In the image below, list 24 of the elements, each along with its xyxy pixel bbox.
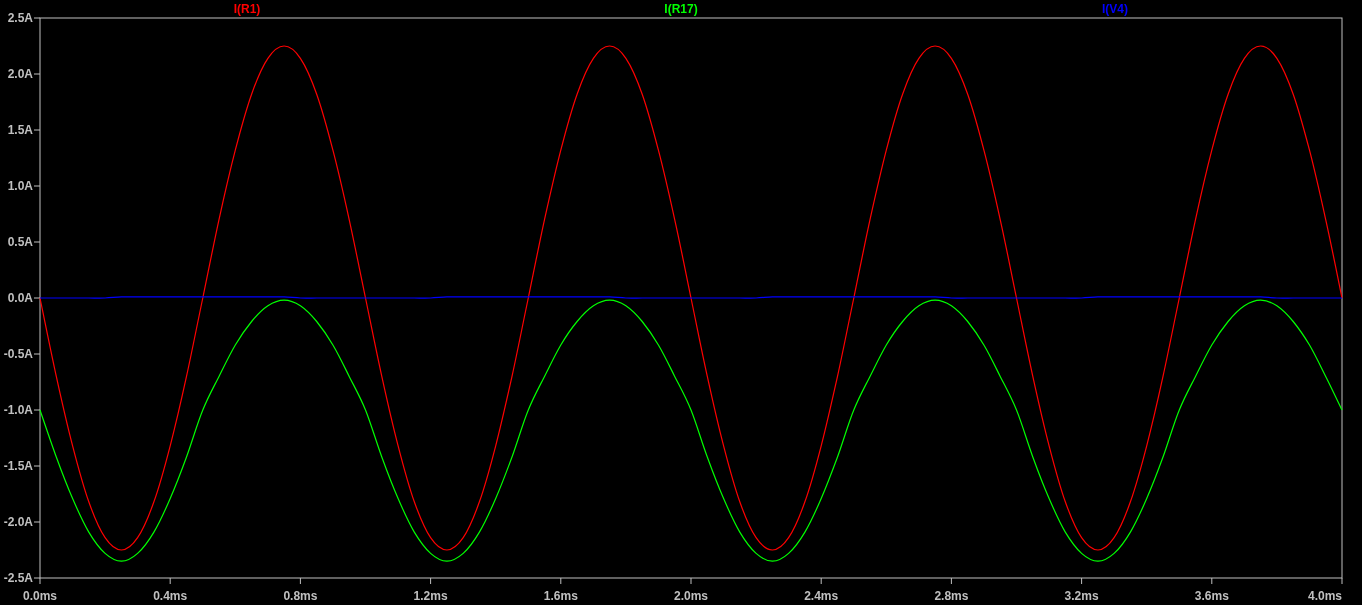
y-tick-label: -1.0A [3, 403, 33, 417]
x-tick-label: 3.6ms [1194, 589, 1229, 603]
trace-label[interactable]: I(R17) [664, 2, 698, 16]
x-tick-label: 0.8ms [283, 589, 318, 603]
x-tick-label: 4.0ms [1307, 589, 1342, 603]
y-tick-label: 2.0A [7, 67, 33, 81]
x-tick-label: 1.2ms [413, 589, 448, 603]
trace-label[interactable]: I(R1) [233, 2, 261, 16]
x-tick-label: 2.8ms [934, 589, 969, 603]
y-tick-label: -2.5A [3, 571, 33, 585]
y-tick-label: -0.5A [3, 347, 33, 361]
x-tick-label: 1.6ms [543, 589, 578, 603]
x-tick-label: 2.4ms [804, 589, 839, 603]
y-tick-label: -1.5A [3, 459, 33, 473]
y-tick-label: 1.5A [7, 123, 33, 137]
y-tick-label: -2.0A [3, 515, 33, 529]
y-tick-label: 2.5A [7, 11, 33, 25]
y-tick-label: 1.0A [7, 179, 33, 193]
x-tick-label: 3.2ms [1064, 589, 1099, 603]
x-tick-label: 0.4ms [153, 589, 188, 603]
y-tick-label: 0.5A [7, 235, 33, 249]
x-tick-label: 0.0ms [23, 589, 57, 603]
x-tick-label: 2.0ms [674, 589, 708, 603]
y-tick-label: 0.0A [7, 291, 33, 305]
